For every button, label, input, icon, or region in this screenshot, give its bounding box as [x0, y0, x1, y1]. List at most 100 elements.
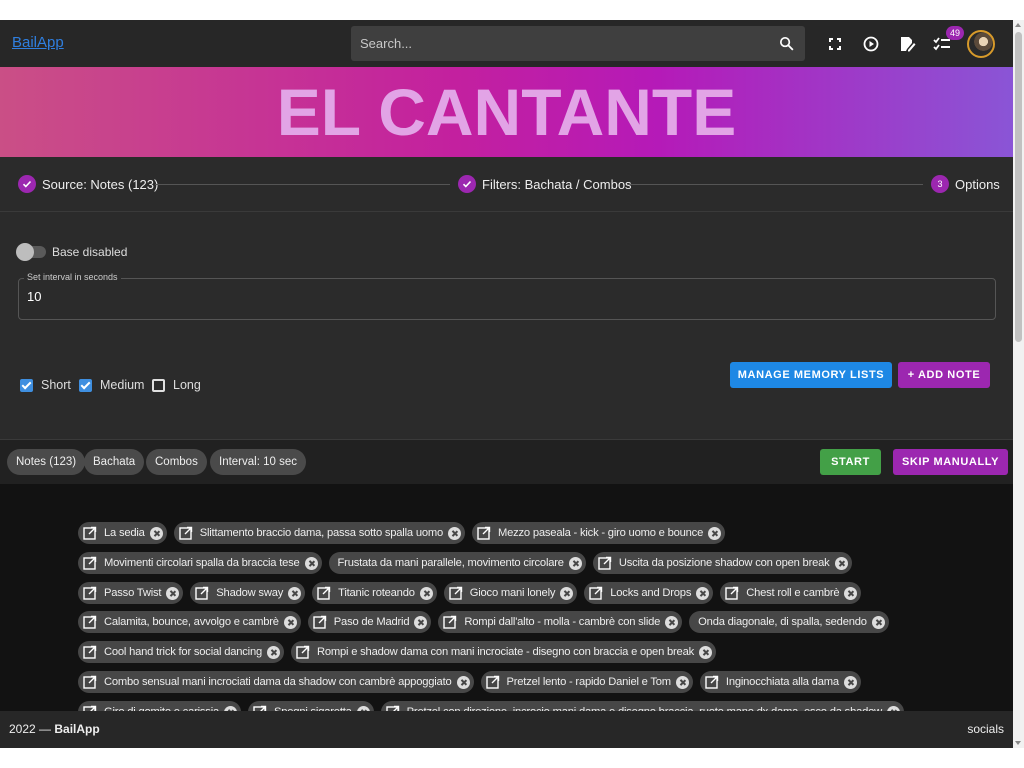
- remove-chip-icon[interactable]: [304, 556, 318, 570]
- remove-chip-icon[interactable]: [834, 556, 848, 570]
- remove-chip-icon[interactable]: [448, 526, 461, 540]
- note-chip[interactable]: Movimenti circolari spalla da braccia te…: [78, 552, 322, 574]
- footer-socials[interactable]: socials: [967, 722, 1004, 736]
- remove-chip-icon[interactable]: [843, 675, 857, 689]
- step-label: Filters: Bachata / Combos: [482, 176, 632, 192]
- start-button[interactable]: START: [820, 449, 881, 475]
- remove-chip-icon[interactable]: [419, 586, 433, 600]
- base-toggle[interactable]: [16, 243, 46, 261]
- open-external-icon[interactable]: [83, 586, 97, 600]
- edit-note-icon[interactable]: [897, 34, 917, 54]
- note-chip[interactable]: Titanic roteando: [312, 582, 437, 604]
- open-external-icon[interactable]: [83, 556, 97, 570]
- open-external-icon[interactable]: [296, 645, 310, 659]
- note-chip[interactable]: Pretzel lento - rapido Daniel e Tom: [480, 671, 693, 693]
- search-icon[interactable]: [778, 35, 795, 52]
- note-chip[interactable]: Shadow sway: [190, 582, 306, 604]
- filter-chip-combos[interactable]: Combos: [146, 449, 207, 475]
- step-options[interactable]: 3 Options: [931, 175, 1000, 193]
- manage-memory-lists-button[interactable]: MANAGE MEMORY LISTS: [730, 362, 892, 388]
- note-chip-label: Locks and Drops: [610, 587, 692, 599]
- remove-chip-icon[interactable]: [871, 615, 885, 629]
- note-chip[interactable]: Frustata da mani parallele, movimento ci…: [328, 552, 586, 574]
- remove-chip-icon[interactable]: [568, 556, 582, 570]
- open-external-icon[interactable]: [485, 675, 500, 689]
- remove-chip-icon[interactable]: [698, 645, 712, 659]
- scrollbar[interactable]: [1013, 20, 1024, 748]
- note-chip[interactable]: Rompi dall'alto - molla - cambrè con sli…: [438, 611, 683, 633]
- step-filters[interactable]: Filters: Bachata / Combos: [458, 175, 632, 193]
- note-chip[interactable]: Chest roll e cambrè: [720, 582, 862, 604]
- remove-chip-icon[interactable]: [288, 586, 302, 600]
- note-chip[interactable]: Spegni sigaretta: [248, 701, 374, 711]
- remove-chip-icon[interactable]: [708, 526, 722, 540]
- play-history-icon[interactable]: [861, 34, 881, 54]
- remove-chip-icon[interactable]: [560, 586, 574, 600]
- note-chip[interactable]: Gioco mani lonely: [443, 582, 578, 604]
- open-external-icon[interactable]: [313, 615, 327, 629]
- base-toggle-label: Base disabled: [52, 245, 128, 259]
- remove-chip-icon[interactable]: [267, 645, 280, 659]
- note-chip[interactable]: Passo Twist: [78, 582, 184, 604]
- remove-chip-icon[interactable]: [456, 675, 470, 689]
- checkbox-medium[interactable]: [79, 379, 92, 392]
- interval-input[interactable]: [27, 289, 927, 304]
- open-external-icon[interactable]: [598, 556, 612, 570]
- note-chip-label: Combo sensual mani incrociati dama da sh…: [104, 676, 452, 688]
- scroll-down-arrow-icon[interactable]: [1015, 741, 1021, 745]
- checkbox-short[interactable]: [20, 379, 33, 392]
- remove-chip-icon[interactable]: [166, 586, 180, 600]
- note-chip[interactable]: La sedia: [78, 522, 167, 544]
- note-chip[interactable]: Combo sensual mani incrociati dama da sh…: [78, 671, 474, 693]
- interval-label: Set interval in seconds: [24, 272, 121, 282]
- open-external-icon[interactable]: [179, 526, 193, 540]
- remove-chip-icon[interactable]: [696, 586, 710, 600]
- add-note-button[interactable]: + ADD NOTE: [898, 362, 990, 388]
- remove-chip-icon[interactable]: [149, 526, 163, 540]
- open-external-icon[interactable]: [477, 526, 491, 540]
- skip-manually-button[interactable]: SKIP MANUALLY: [893, 449, 1008, 475]
- open-external-icon[interactable]: [195, 586, 209, 600]
- open-external-icon[interactable]: [83, 675, 97, 689]
- note-chip[interactable]: Inginocchiata alla dama: [699, 671, 861, 693]
- open-external-icon[interactable]: [83, 645, 97, 659]
- note-chip[interactable]: Paso de Madrid: [307, 611, 432, 633]
- note-chip[interactable]: Onda diagonale, di spalla, sedendo: [689, 611, 889, 633]
- note-chip[interactable]: Pretzel con direzione, incrocio mani dam…: [380, 701, 905, 711]
- note-chip[interactable]: Slittamento braccio dama, passa sotto sp…: [173, 522, 465, 544]
- remove-chip-icon[interactable]: [675, 675, 689, 689]
- search-input[interactable]: [360, 26, 770, 61]
- note-chip[interactable]: Mezzo paseala - kick - giro uomo e bounc…: [472, 522, 726, 544]
- open-external-icon[interactable]: [317, 586, 331, 600]
- filter-chip-notes[interactable]: Notes (123): [7, 449, 86, 475]
- open-external-icon[interactable]: [725, 586, 739, 600]
- remove-chip-icon[interactable]: [665, 615, 679, 629]
- filter-chip-interval[interactable]: Interval: 10 sec: [210, 449, 306, 475]
- remove-chip-icon[interactable]: [283, 615, 297, 629]
- scroll-up-arrow-icon[interactable]: [1015, 23, 1021, 27]
- fullscreen-icon[interactable]: [825, 34, 845, 54]
- note-chip[interactable]: Giro di gomito e carissia: [78, 701, 241, 711]
- notes-list: La sedia Slittamento braccio dama, passa …: [0, 484, 1013, 711]
- open-external-icon[interactable]: [589, 586, 603, 600]
- open-external-icon[interactable]: [443, 615, 457, 629]
- open-external-icon[interactable]: [705, 675, 719, 689]
- open-external-icon[interactable]: [83, 526, 97, 540]
- note-chip[interactable]: Calamita, bounce, avvolgo e cambrè: [78, 611, 301, 633]
- open-external-icon[interactable]: [83, 615, 97, 629]
- note-chip[interactable]: Cool hand trick for social dancing: [78, 641, 284, 663]
- filter-chip-bachata[interactable]: Bachata: [84, 449, 145, 475]
- note-chip[interactable]: Rompi e shadow dama con mani incrociate …: [291, 641, 716, 663]
- remove-chip-icon[interactable]: [414, 615, 428, 629]
- step-source[interactable]: Source: Notes (123): [18, 175, 158, 193]
- checkbox-long[interactable]: [152, 379, 165, 392]
- open-external-icon[interactable]: [449, 586, 463, 600]
- note-chip[interactable]: Locks and Drops: [584, 582, 714, 604]
- top-bar: BailApp 49: [0, 20, 1013, 67]
- avatar[interactable]: [967, 30, 995, 58]
- note-chip[interactable]: Uscita da posizione shadow con open brea…: [592, 552, 852, 574]
- scrollbar-thumb[interactable]: [1015, 32, 1022, 342]
- remove-chip-icon[interactable]: [844, 586, 858, 600]
- search-box: [351, 26, 805, 61]
- brand-link[interactable]: BailApp: [12, 34, 64, 51]
